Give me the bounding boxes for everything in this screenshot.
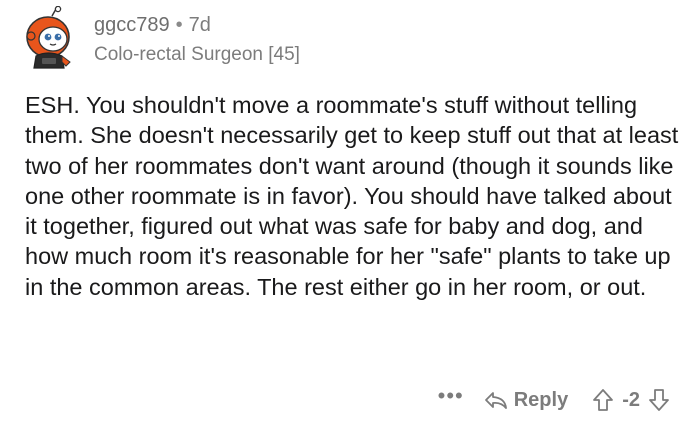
comment-actions: ••• Reply -2 [438,384,670,416]
reply-label: Reply [513,388,569,411]
comment: ggcc789 • 7d Colo-rectal Surgeon [45] ESH.… [0,0,700,428]
username-link[interactable]: ggcc789 [94,14,170,36]
comment-meta: ggcc789 • 7d [94,13,300,37]
reply-button[interactable]: Reply [484,389,568,412]
avatar[interactable] [22,5,78,70]
upvote-arrow-icon[interactable] [592,388,614,412]
comment-age: 7d [188,14,211,36]
comment-text: ESH. You shouldn't move a roommate's stu… [25,92,679,300]
comment-body: ESH. You shouldn't move a roommate's stu… [25,90,685,302]
vote-controls: -2 [592,388,670,412]
user-flair: Colo-rectal Surgeon [45] [94,44,300,65]
downvote-arrow-icon[interactable] [648,388,670,412]
reply-arrow-icon [484,392,507,409]
snoo-avatar-icon [26,5,71,69]
comment-header: ggcc789 • 7d Colo-rectal Surgeon [45] [94,13,300,66]
separator-dot: • [175,14,183,36]
more-options-button[interactable]: ••• [438,385,464,407]
vote-score: -2 [622,388,640,411]
